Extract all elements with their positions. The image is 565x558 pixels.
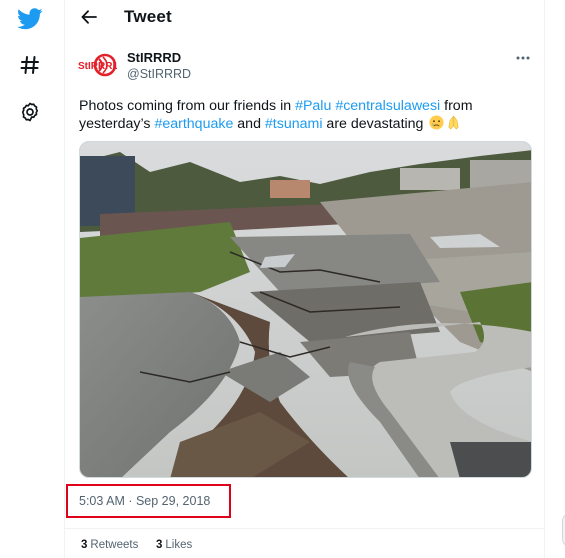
back-arrow-icon[interactable] bbox=[77, 5, 101, 29]
left-nav-rail bbox=[0, 0, 64, 558]
more-options-icon[interactable] bbox=[512, 50, 534, 66]
timestamp-highlight-box bbox=[66, 484, 231, 518]
hashtag-link[interactable]: #centralsulawesi bbox=[335, 98, 440, 114]
avatar-logo-text: StIRRRD bbox=[78, 61, 117, 72]
tweet-text-segment: and bbox=[233, 116, 265, 132]
hashtag-link[interactable]: #earthquake bbox=[154, 116, 233, 132]
retweets-count: 3 bbox=[81, 539, 88, 551]
tweet-text: Photos coming from our friends in #Palu … bbox=[79, 97, 519, 133]
tweet-stats-bar: 3 Retweets 3 Likes bbox=[65, 528, 544, 551]
earthquake-damaged-road-photo[interactable] bbox=[79, 141, 532, 478]
likes-label: Likes bbox=[165, 539, 193, 551]
author-name[interactable]: StIRRRD bbox=[127, 50, 181, 65]
likes-count-link[interactable]: 3 Likes bbox=[156, 539, 192, 551]
page-title: Tweet bbox=[124, 7, 172, 26]
hashtag-link[interactable]: #tsunami bbox=[265, 116, 323, 132]
tweet-text-segment: Photos coming from our friends in bbox=[79, 98, 296, 114]
folded-hands-emoji bbox=[446, 115, 461, 130]
author-handle[interactable]: @StIRRRD bbox=[127, 67, 191, 81]
likes-count: 3 bbox=[156, 539, 163, 551]
right-sidebar bbox=[545, 0, 565, 558]
settings-gear-icon[interactable] bbox=[13, 95, 47, 129]
tweet-text-segment: are devastating bbox=[322, 116, 428, 132]
avatar[interactable]: StIRRRD bbox=[77, 48, 117, 88]
hashtag-link[interactable]: #Palu bbox=[295, 98, 331, 114]
twitter-logo-icon[interactable] bbox=[13, 2, 47, 36]
header-bar: Tweet bbox=[65, 0, 544, 34]
hashtag-icon[interactable] bbox=[13, 48, 47, 82]
retweets-count-link[interactable]: 3 Retweets bbox=[81, 539, 138, 551]
tweet-detail-column: Tweet StIRRRD StIRRRD @StIRRRD Photos co… bbox=[64, 0, 545, 558]
retweets-label: Retweets bbox=[90, 539, 139, 551]
crying-face-emoji bbox=[429, 115, 444, 130]
